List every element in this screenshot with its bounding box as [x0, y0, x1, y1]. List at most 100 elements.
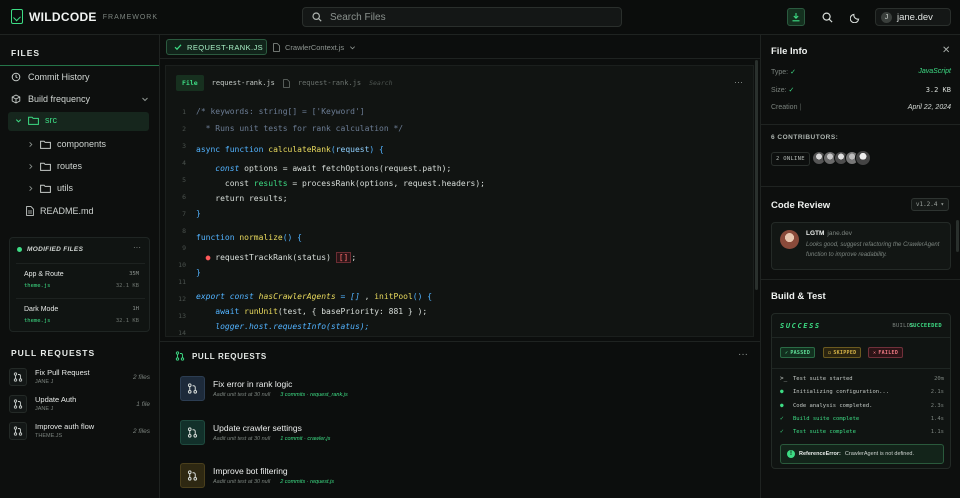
reviewer-avatar: [780, 230, 799, 249]
skipped-chip[interactable]: ○ SKIPPED: [823, 347, 862, 358]
download-button[interactable]: [787, 8, 805, 26]
tree-label: components: [57, 139, 107, 149]
line-number: 3: [182, 142, 186, 150]
file-info-heading: File Info: [771, 46, 808, 57]
code-line: * Runs unit tests for rank calculation *…: [196, 124, 404, 133]
chip-label: SKIPPED: [833, 349, 857, 356]
pr-file-count: 2 files: [133, 428, 150, 435]
code-review-heading: Code Review: [771, 200, 831, 211]
more-icon[interactable]: ···: [734, 77, 743, 87]
sidebar-pull-request[interactable]: Update Auth JANE J 1 file: [9, 394, 152, 416]
code-line: ● requestTrackRank(status) [];: [205, 252, 357, 263]
editor-scrollbar[interactable]: [755, 60, 758, 290]
log-line: ✓ Test suite complete 1.1s: [780, 428, 944, 438]
code-line: /* keywords: string[] = ['Keyword']: [196, 107, 365, 116]
modified-file-item[interactable]: App & Route theme.js 35M 32.1 KB: [16, 263, 145, 295]
pr-meta-text: Aadit unit test at 30 null: [213, 479, 271, 485]
code-review-card: LGTM jane.dev Looks good, suggest refacto…: [771, 222, 951, 270]
close-icon[interactable]: ✕: [942, 45, 950, 56]
moon-icon: [849, 13, 859, 23]
main-editor-area: REQUEST-RANK.JS CrawlerContext.js File r…: [160, 35, 760, 498]
user-menu[interactable]: J jane.dev: [875, 8, 951, 26]
folder-icon: [40, 184, 51, 193]
download-icon: [792, 13, 800, 22]
contributor-avatar[interactable]: [855, 150, 871, 166]
divider: [772, 368, 950, 369]
pr-meta-text: Aadit unit test at 30 null: [213, 392, 271, 398]
search-input[interactable]: [330, 11, 610, 23]
error-label: ReferenceError:: [799, 451, 841, 457]
code-line: await runUnit(test, { basePriority: 881 …: [215, 307, 428, 316]
modified-file-name: Dark Mode: [24, 306, 59, 313]
editor-search[interactable]: Search: [369, 79, 392, 87]
line-number: 9: [182, 244, 186, 252]
tree-item-src[interactable]: src: [15, 115, 57, 125]
pr-file-count: 2 files: [133, 374, 150, 381]
right-sidebar: File Info ✕ Type: ✓ JavaScript Size: ✓ 3…: [760, 35, 960, 498]
pr-title: Fix error in rank logic: [213, 379, 293, 389]
pull-requests-panel-header: PULL REQUESTS: [175, 351, 267, 361]
log-text: Test suite started: [793, 376, 853, 382]
top-bar: WILDCODE FRAMEWORK J jane.dev: [0, 0, 960, 35]
code-line: function normalize() {: [196, 233, 302, 242]
nav-label: Build frequency: [28, 94, 91, 104]
divider: [761, 279, 960, 280]
chip-label: FAILED: [878, 349, 899, 356]
theme-toggle-button[interactable]: [846, 8, 864, 26]
search-button[interactable]: [818, 8, 836, 26]
pull-request-card[interactable]: Fix error in rank logic Aadit unit test …: [180, 376, 480, 406]
modified-files-title: MODIFIED FILES: [27, 246, 84, 253]
tree-item-components[interactable]: components: [27, 139, 106, 149]
more-icon[interactable]: ···: [133, 243, 141, 252]
sidebar-pull-request[interactable]: Fix Pull Request JANE J 2 files: [9, 367, 152, 389]
nav-build-frequency[interactable]: Build frequency: [11, 90, 149, 108]
log-time: 2.3s: [930, 403, 944, 409]
line-number: 10: [178, 261, 186, 269]
contributors-label: 6 CONTRIBUTORS:: [771, 134, 839, 141]
check-icon: ✓: [788, 87, 795, 94]
tab-crawler-context[interactable]: CrawlerContext.js: [273, 39, 356, 55]
code-editor[interactable]: File request-rank.js request-rank.js Sea…: [165, 65, 754, 337]
more-icon[interactable]: ···: [738, 349, 748, 360]
modified-file-size: 32.1 KB: [115, 283, 139, 289]
pr-title: Fix Pull Request: [35, 368, 90, 377]
failed-chip[interactable]: ✕ FAILED: [868, 347, 904, 358]
check-icon: ✓: [780, 415, 784, 422]
username: jane.dev: [897, 11, 933, 23]
code-line: logger.host.requestInfo(status);: [215, 322, 370, 331]
modified-file-item[interactable]: Dark Mode theme.js 1H 32.1 KB: [16, 298, 145, 330]
editor-breadcrumb[interactable]: request-rank.js: [298, 79, 361, 87]
line-number: 8: [182, 227, 186, 235]
pull-requests-panel-title: PULL REQUESTS: [192, 351, 267, 361]
git-pull-request-icon: [180, 376, 205, 401]
app-logo[interactable]: WILDCODE FRAMEWORK: [11, 9, 158, 24]
sidebar-pull-request[interactable]: Improve auth flow THEME.JS 2 files: [9, 421, 152, 443]
line-number: 5: [182, 176, 186, 184]
pull-request-card[interactable]: Improve bot filtering Aadit unit test at…: [180, 463, 480, 493]
pull-requests-panel: PULL REQUESTS ··· Fix error in rank logi…: [160, 341, 760, 498]
tree-item-readme[interactable]: README.md: [26, 206, 94, 216]
file-icon: [26, 206, 34, 216]
chevron-down-icon: [15, 118, 22, 123]
check-icon: ✓: [790, 69, 796, 76]
chevron-right-icon: [29, 185, 33, 191]
git-pull-request-icon: [9, 395, 27, 413]
files-heading: FILES: [11, 48, 41, 58]
app-name: WILDCODE: [29, 9, 97, 24]
tree-item-utils[interactable]: utils: [27, 183, 73, 193]
scrollbar[interactable]: [956, 220, 959, 252]
search-bar[interactable]: [302, 7, 622, 27]
pr-author: JANE J: [35, 406, 54, 412]
tree-item-routes[interactable]: routes: [27, 161, 82, 171]
pull-request-card[interactable]: Update crawler settings Aadit unit test …: [180, 420, 480, 450]
check-icon: ✓: [780, 428, 784, 435]
pr-meta: Aadit unit test at 30 null 1 commit · cra…: [213, 436, 330, 442]
passed-chip[interactable]: ✓ PASSED: [780, 347, 816, 358]
nav-commit-history[interactable]: Commit History: [11, 68, 90, 86]
pr-meta: Aadit unit test at 30 null 3 commits · re…: [213, 392, 348, 398]
pr-title: Improve bot filtering: [213, 466, 288, 476]
version-select[interactable]: v1.2.4 ▾: [911, 198, 949, 211]
build-status: SUCCESS: [780, 322, 821, 330]
tab-request-rank[interactable]: REQUEST-RANK.JS: [166, 39, 267, 55]
code-lines[interactable]: 1 2 3 4 5 6 7 8 9 10 11 12 13 14 /* keyw…: [166, 102, 753, 338]
